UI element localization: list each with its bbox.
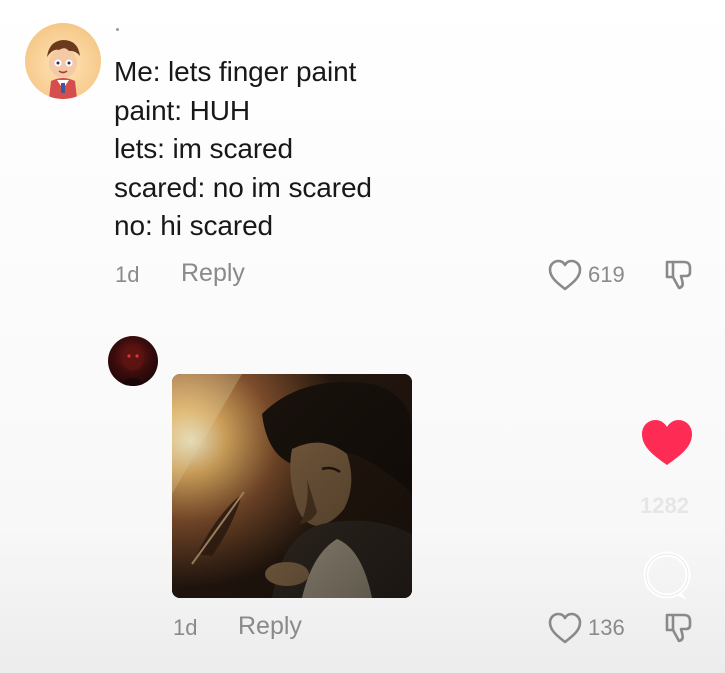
- comment-line: Me: lets finger paint: [114, 56, 357, 87]
- heart-outline-icon[interactable]: [547, 611, 583, 645]
- comment-timestamp: 1d: [115, 262, 140, 287]
- commenter-avatar[interactable]: [108, 336, 158, 386]
- like-count: 136: [588, 615, 625, 640]
- comment-bubble-icon[interactable]: [639, 548, 695, 606]
- comment-line: paint: HUH: [114, 94, 250, 126]
- dislike-icon[interactable]: [660, 611, 694, 645]
- comment-timestamp: 1d: [173, 615, 198, 640]
- like-heart-icon[interactable]: [639, 417, 695, 469]
- mention-dot: [116, 28, 119, 31]
- reply-button[interactable]: Reply: [181, 259, 245, 288]
- cartoon-boy-avatar-icon: [47, 40, 80, 99]
- heart-outline-icon[interactable]: [547, 258, 583, 292]
- like-count: 619: [588, 262, 625, 287]
- comment-line: no: hi scared: [114, 210, 274, 241]
- dislike-icon[interactable]: [660, 258, 694, 292]
- reply-button[interactable]: Reply: [238, 612, 302, 641]
- comment-line: scared: no im scared: [114, 171, 372, 203]
- comment-line: lets: im scared: [114, 133, 293, 164]
- comments-screen: Me: lets finger paint paint: HUH lets: i…: [0, 0, 725, 673]
- like-total-count: 1282: [640, 493, 689, 518]
- dark-red-avatar-icon: [120, 346, 146, 386]
- commenter-avatar[interactable]: [25, 23, 101, 99]
- comment-image[interactable]: [172, 374, 412, 598]
- dark-illustration-image-icon: [172, 374, 412, 598]
- comment-body: Me: lets finger paint paint: HUH lets: i…: [114, 53, 372, 246]
